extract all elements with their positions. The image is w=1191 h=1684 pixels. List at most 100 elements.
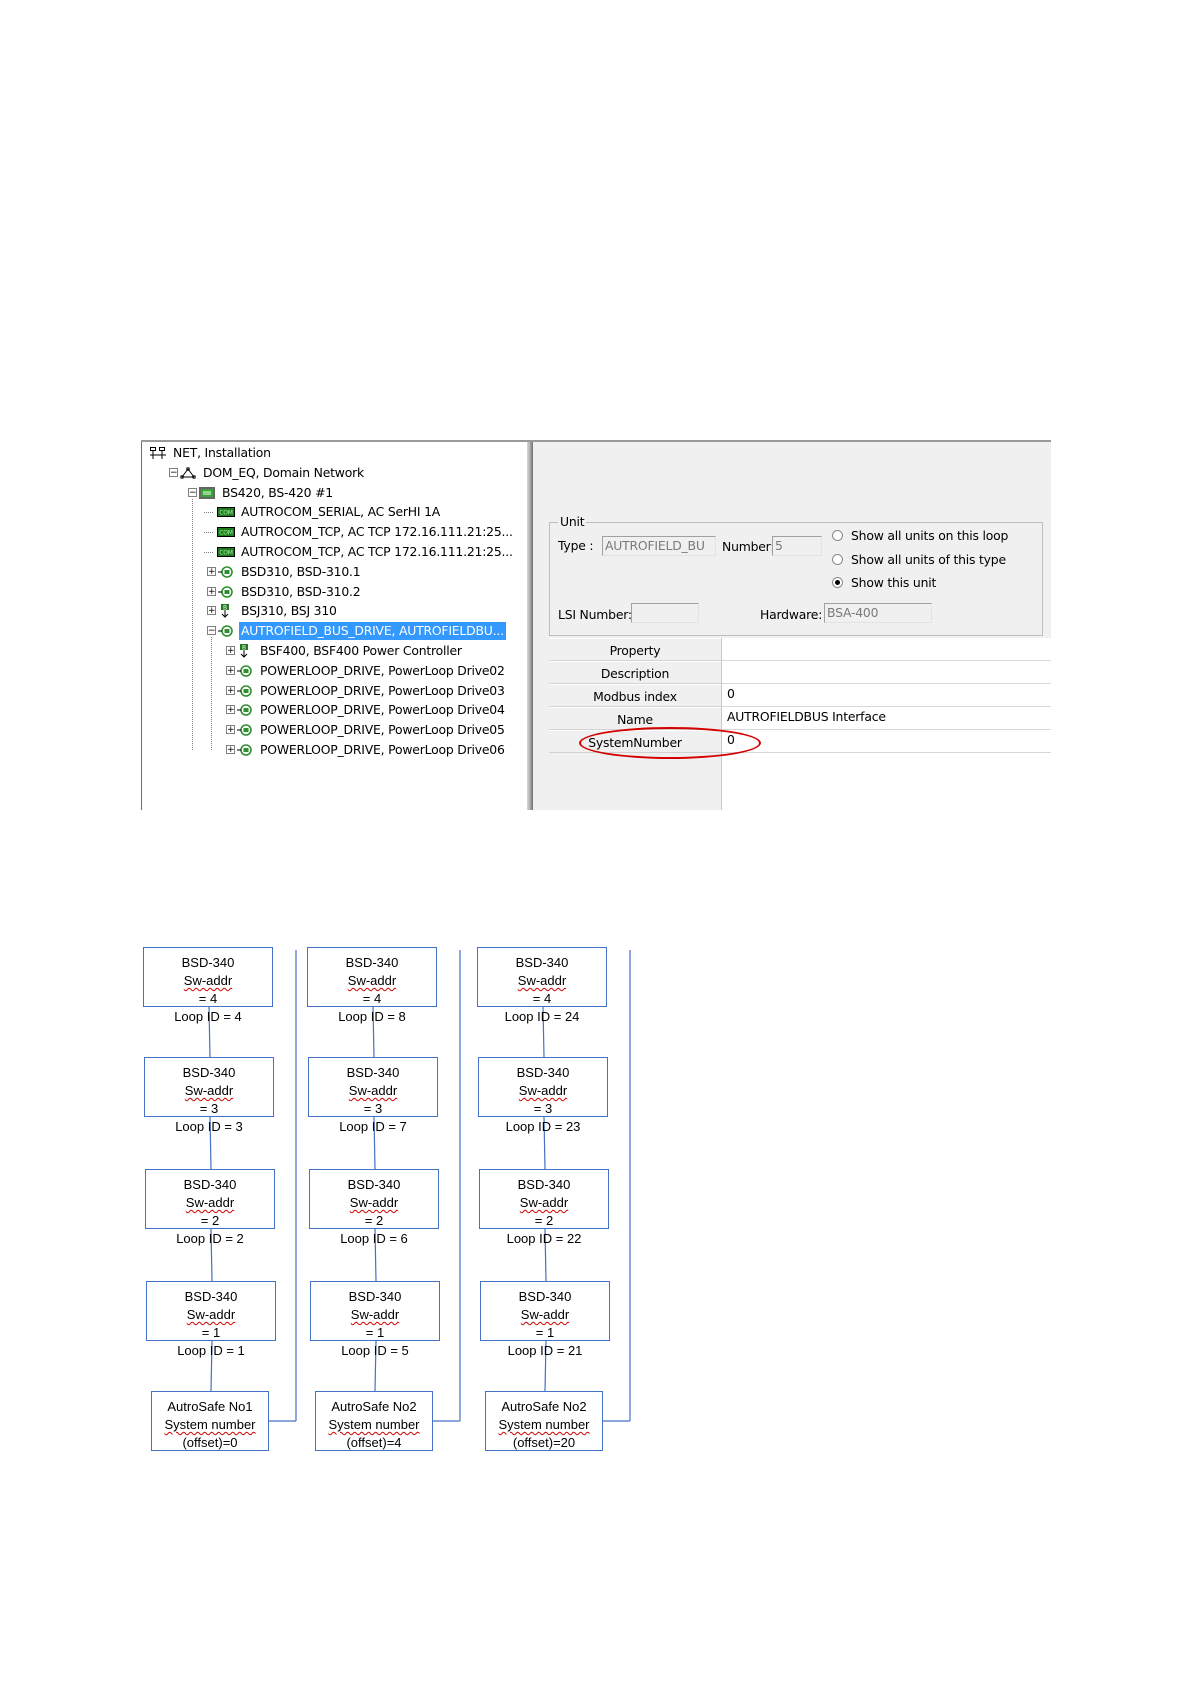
sw-addr-value: = 4 [198, 991, 218, 1006]
sw-addr-value: = 3 [533, 1101, 553, 1116]
sw-addr-key: Sw-addr [520, 1307, 570, 1322]
node-loop-id: Loop ID = 22 [506, 1231, 582, 1246]
panel-name: AutroSafe No2 [331, 1399, 417, 1414]
node-loop-id: Loop ID = 21 [507, 1343, 583, 1358]
sw-addr-value: = 2 [364, 1213, 384, 1228]
sw-addr-value: = 1 [535, 1325, 555, 1340]
tree-item[interactable]: − AUTROFIELD_BUS_DRIVE, AUTROFIELDBU... [143, 622, 528, 641]
expand-icon[interactable]: + [207, 606, 216, 616]
property-value-name[interactable]: AUTROFIELDBUS Interface [722, 707, 1051, 730]
svg-text:COM: COM [219, 510, 233, 517]
panel-system-number-label: System number [486, 1416, 602, 1434]
property-name-description[interactable]: Description [549, 661, 721, 684]
svg-text:COM: COM [219, 550, 233, 557]
node-loop-id: Loop ID = 5 [341, 1343, 409, 1358]
tree-item[interactable]: NET, Installation [143, 444, 528, 462]
property-value-description[interactable] [722, 661, 1051, 684]
tree-item[interactable]: + POWERLOOP_DRIVE, PowerLoop Drive03 [143, 682, 528, 700]
tree-item-label: AUTROCOM_SERIAL, AC SerHI 1A [241, 504, 441, 520]
sw-addr-value: = 4 [532, 991, 552, 1006]
tree-item[interactable]: + POWERLOOP_DRIVE, PowerLoop Drive05 [143, 721, 528, 739]
number-field[interactable]: 5 [772, 536, 822, 556]
expand-icon[interactable]: + [226, 685, 235, 695]
radio-show-this-unit[interactable] [832, 577, 843, 588]
loop-driver-icon [236, 723, 254, 737]
sw-addr-key: Sw-addr [518, 1083, 568, 1098]
hardware-field[interactable]: BSA-400 [824, 603, 932, 623]
property-name-modbus-index[interactable]: Modbus index [549, 684, 721, 707]
network-icon [149, 446, 167, 460]
tree-item[interactable]: − BS420, BS-420 #1 [143, 484, 528, 502]
tree-item-label: POWERLOOP_DRIVE, PowerLoop Drive02 [260, 662, 505, 678]
panel-name: AutroSafe No2 [501, 1399, 587, 1414]
controller-icon [198, 486, 216, 500]
panel-name: AutroSafe No1 [167, 1399, 253, 1414]
number-label: Number: [722, 539, 775, 554]
tree-item-label: POWERLOOP_DRIVE, PowerLoop Drive06 [260, 742, 505, 757]
node-loop-id: Loop ID = 23 [505, 1119, 581, 1134]
tree-item-label: NET, Installation [173, 445, 271, 460]
expand-icon[interactable]: + [226, 665, 235, 675]
radio-show-type[interactable] [832, 554, 843, 565]
node-sw-addr: Sw-addr = 3 [479, 1082, 607, 1118]
tree-item[interactable]: COM AUTROCOM_TCP, AC TCP 172.16.111.21:25… [143, 523, 528, 541]
sw-addr-value: = 1 [365, 1325, 385, 1340]
property-name-name[interactable]: Name [549, 707, 721, 730]
loop-driver-icon [236, 703, 254, 717]
loop-driver-node: BSD-340 Sw-addr = 4 Loop ID = 4 [143, 947, 273, 1024]
tree-item[interactable]: + POWERLOOP_DRIVE, PowerLoop Drive06 [143, 741, 528, 759]
loop-driver-node: BSD-340 Sw-addr = 4 Loop ID = 24 [477, 947, 607, 1024]
node-title: BSD-340 [183, 1177, 237, 1192]
tree-item-label: AUTROCOM_TCP, AC TCP 172.16.111.21:25... [241, 544, 513, 559]
sw-addr-value: = 2 [534, 1213, 554, 1228]
panel-offset: (offset)=0 [182, 1435, 238, 1450]
tree-connector-line [204, 512, 213, 514]
sw-addr-value: = 4 [362, 991, 382, 1006]
autrosafe-panel-node: AutroSafe No1 System number (offset)=0 [151, 1391, 269, 1451]
node-sw-addr: Sw-addr = 3 [145, 1082, 273, 1118]
expand-icon[interactable]: + [207, 586, 216, 596]
property-value-modbus-index[interactable]: 0 [722, 684, 1051, 707]
tree-item[interactable]: + BSD310, BSD-310.2 [143, 583, 528, 601]
tree-item-label: BS420, BS-420 #1 [222, 484, 333, 500]
tree-item[interactable]: COM AUTROCOM_SERIAL, AC SerHI 1A [143, 503, 528, 521]
collapse-icon[interactable]: − [207, 626, 216, 636]
expand-icon[interactable]: + [226, 646, 235, 656]
node-loop-id: Loop ID = 6 [340, 1231, 408, 1246]
radio-show-loop[interactable] [832, 530, 843, 541]
loop-driver-icon [217, 585, 235, 599]
lsi-number-field[interactable] [631, 603, 699, 623]
tree-item[interactable]: + B BSJ310, BSJ 310 [143, 602, 528, 620]
tree-item-label: BSF400, BSF400 Power Controller [260, 643, 462, 658]
tree-item-label: POWERLOOP_DRIVE, PowerLoop Drive04 [260, 702, 505, 718]
property-value-system-number[interactable]: 0 [722, 730, 1051, 753]
tree-item[interactable]: + B BSF400, BSF400 Power Controller [143, 642, 528, 660]
loop-driver-icon [236, 684, 254, 698]
expand-icon[interactable]: + [226, 745, 235, 755]
sw-addr-key: Sw-addr [184, 1083, 234, 1098]
tree-item[interactable]: + POWERLOOP_DRIVE, PowerLoop Drive04 [143, 701, 528, 719]
collapse-icon[interactable]: − [169, 467, 178, 477]
tree-item[interactable]: COM AUTROCOM_TCP, AC TCP 172.16.111.21:25… [143, 543, 528, 561]
collapse-icon[interactable]: − [188, 487, 197, 497]
panel-offset: (offset)=20 [512, 1435, 576, 1450]
radio-show-type-label: Show all units of this type [851, 552, 1006, 567]
node-sw-addr: Sw-addr = 2 [310, 1194, 438, 1230]
autrosafe-panel-node: AutroSafe No2 System number (offset)=4 [315, 1391, 433, 1451]
domain-icon [179, 466, 197, 480]
sw-addr-value: = 3 [363, 1101, 383, 1116]
tree-item[interactable]: − DOM_EQ, Domain Network [143, 464, 528, 482]
tree-connector-line [204, 532, 213, 534]
expand-icon[interactable]: + [226, 725, 235, 735]
tree-item-label: AUTROFIELD_BUS_DRIVE, AUTROFIELDBU... [239, 622, 506, 641]
type-field[interactable]: AUTROFIELD_BU [602, 536, 716, 556]
node-title: BSD-340 [515, 955, 569, 970]
expand-icon[interactable]: + [207, 566, 216, 576]
tree-item[interactable]: + POWERLOOP_DRIVE, PowerLoop Drive02 [143, 662, 528, 680]
tree-item[interactable]: + BSD310, BSD-310.1 [143, 563, 528, 581]
expand-icon[interactable]: + [226, 705, 235, 715]
sw-addr-key: Sw-addr [186, 1307, 236, 1322]
radio-show-loop-label: Show all units on this loop [851, 528, 1009, 543]
node-loop-id: Loop ID = 8 [338, 1009, 406, 1024]
system-number-text: System number [328, 1417, 420, 1432]
